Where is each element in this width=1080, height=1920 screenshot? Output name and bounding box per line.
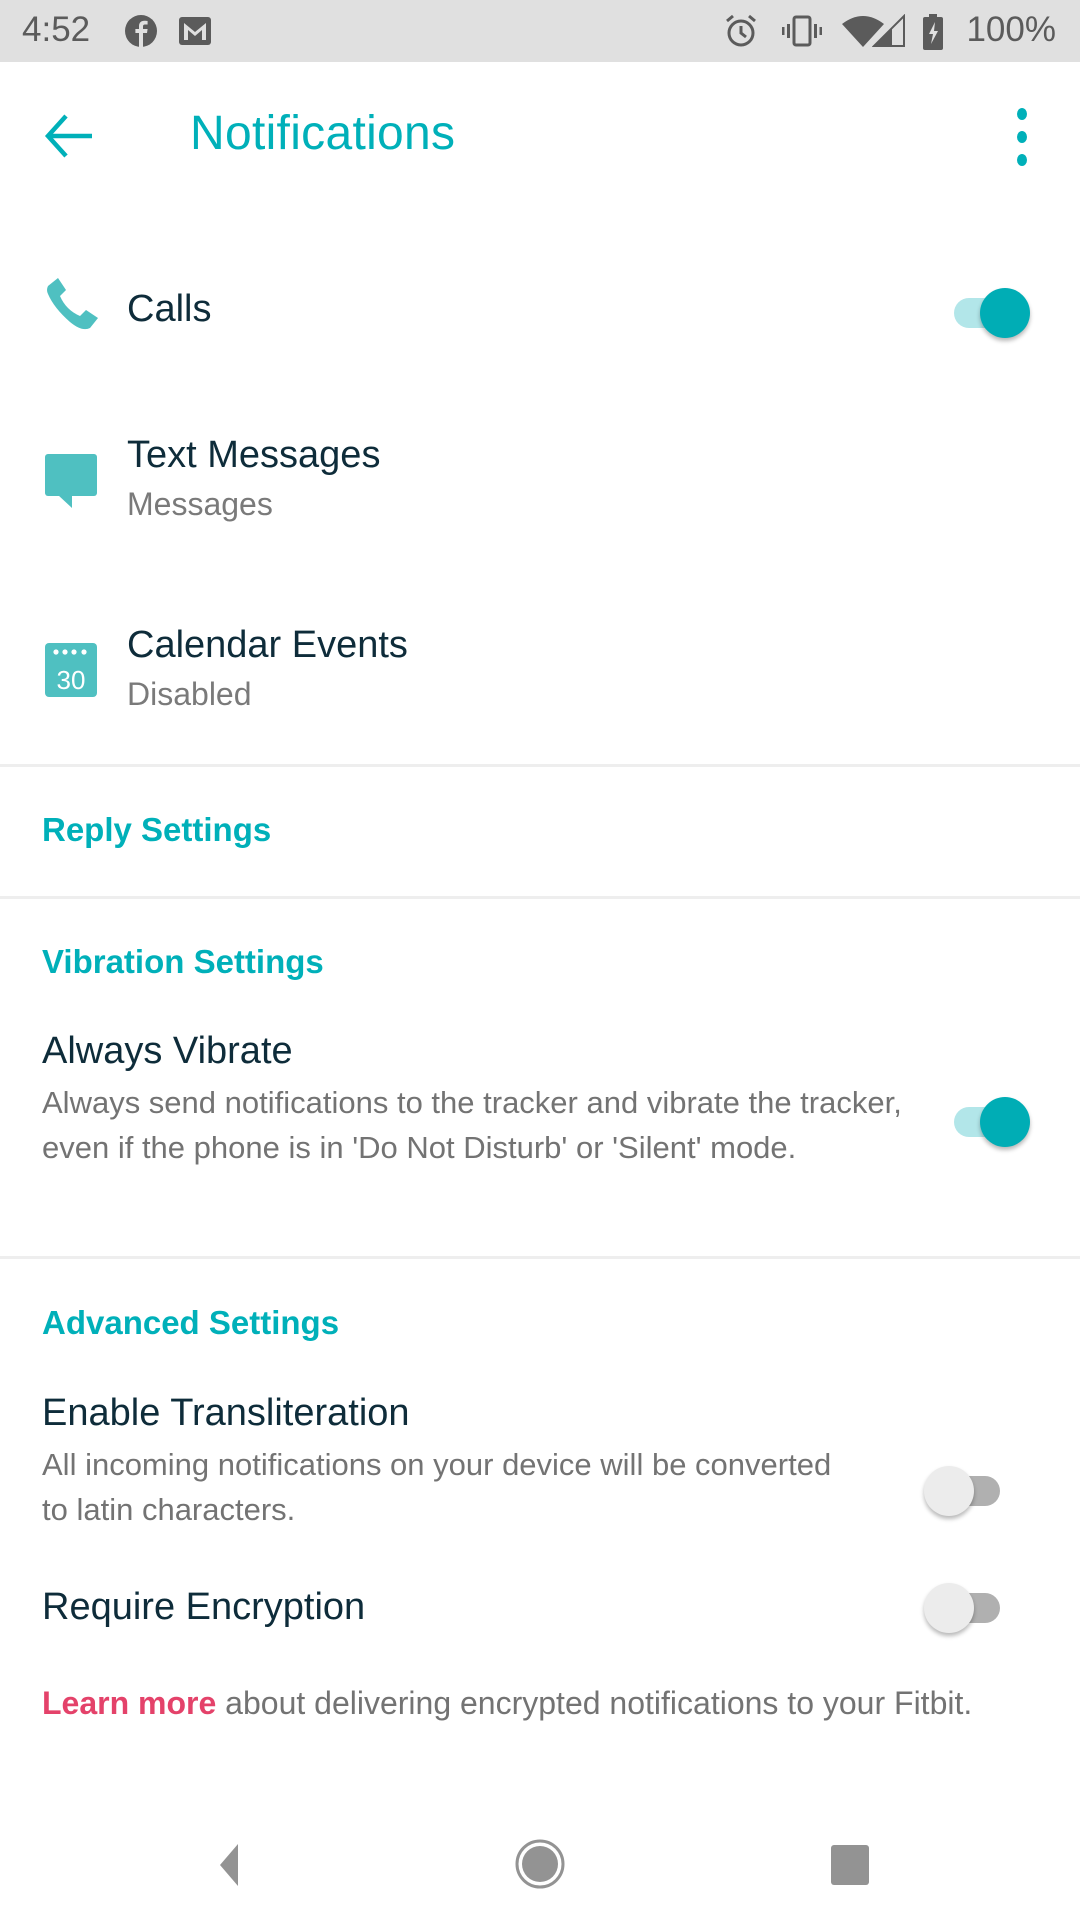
always-vibrate-row[interactable]: Always Vibrate Always send notifications…	[0, 1020, 1080, 1240]
always-vibrate-title: Always Vibrate	[42, 1030, 293, 1072]
always-vibrate-description: Always send notifications to the tracker…	[42, 1085, 902, 1165]
always-vibrate-toggle[interactable]	[940, 1091, 1030, 1151]
battery-percentage: 100%	[966, 10, 1056, 49]
notification-item-calendar-events[interactable]: 30 Calendar Events Disabled	[0, 610, 1080, 740]
transliteration-row[interactable]: Enable Transliteration All incoming noti…	[0, 1380, 1080, 1530]
nav-home-icon	[515, 1839, 565, 1889]
facebook-icon	[124, 14, 158, 53]
cell-signal-icon	[871, 13, 906, 53]
toggle-thumb	[980, 288, 1030, 338]
calls-label: Calls	[127, 288, 212, 330]
text-messages-label: Text Messages	[127, 434, 381, 476]
transliteration-toggle[interactable]	[924, 1460, 1014, 1520]
system-nav-bar	[0, 1800, 1080, 1920]
encryption-title: Require Encryption	[42, 1586, 366, 1628]
battery-charging-icon	[922, 14, 944, 55]
toggle-thumb	[924, 1466, 974, 1516]
calendar-icon: 30	[44, 642, 100, 703]
toggle-thumb	[980, 1097, 1030, 1147]
alarm-icon	[724, 14, 758, 53]
vibrate-icon	[782, 14, 822, 53]
app-toolbar: Notifications	[0, 62, 1080, 210]
nav-back-button[interactable]	[200, 1836, 260, 1892]
divider	[0, 1256, 1080, 1259]
encryption-info-text: Learn more about delivering encrypted no…	[42, 1680, 1022, 1726]
learn-more-text: about delivering encrypted notifications…	[216, 1685, 973, 1721]
notification-item-text-messages[interactable]: Text Messages Messages	[0, 420, 1080, 550]
divider	[0, 896, 1080, 899]
notification-item-calls[interactable]: Calls	[0, 262, 1080, 372]
status-bar: 4:52 100%	[0, 0, 1080, 62]
encryption-toggle[interactable]	[924, 1577, 1014, 1637]
calendar-events-label: Calendar Events	[127, 624, 408, 666]
calls-toggle[interactable]	[940, 282, 1030, 342]
reply-settings-row[interactable]: Reply Settings	[0, 767, 1080, 897]
encryption-row[interactable]: Require Encryption	[0, 1570, 1080, 1650]
nav-recents-button[interactable]	[822, 1836, 882, 1892]
vibration-settings-header: Vibration Settings	[42, 943, 324, 980]
page-title: Notifications	[190, 107, 456, 160]
advanced-settings-header: Advanced Settings	[42, 1304, 340, 1341]
transliteration-title: Enable Transliteration	[42, 1392, 410, 1434]
text-messages-subtitle: Messages	[127, 486, 273, 522]
transliteration-description: All incoming notifications on your devic…	[42, 1447, 832, 1527]
message-icon	[44, 454, 100, 515]
learn-more-link[interactable]: Learn more	[42, 1685, 216, 1721]
toggle-thumb	[924, 1583, 974, 1633]
reply-settings-label: Reply Settings	[42, 811, 272, 848]
calendar-icon-day: 30	[57, 665, 86, 695]
more-vert-icon	[1017, 108, 1027, 166]
status-time: 4:52	[22, 10, 91, 49]
more-options-button[interactable]	[1000, 106, 1044, 168]
nav-recents-icon	[831, 1845, 869, 1885]
back-button[interactable]	[40, 108, 100, 164]
calendar-events-subtitle: Disabled	[127, 676, 252, 712]
gmail-icon	[178, 16, 212, 51]
arrow-left-icon	[44, 114, 92, 158]
phone-icon	[44, 276, 100, 337]
nav-home-button[interactable]	[512, 1836, 572, 1892]
nav-back-icon	[220, 1844, 238, 1886]
